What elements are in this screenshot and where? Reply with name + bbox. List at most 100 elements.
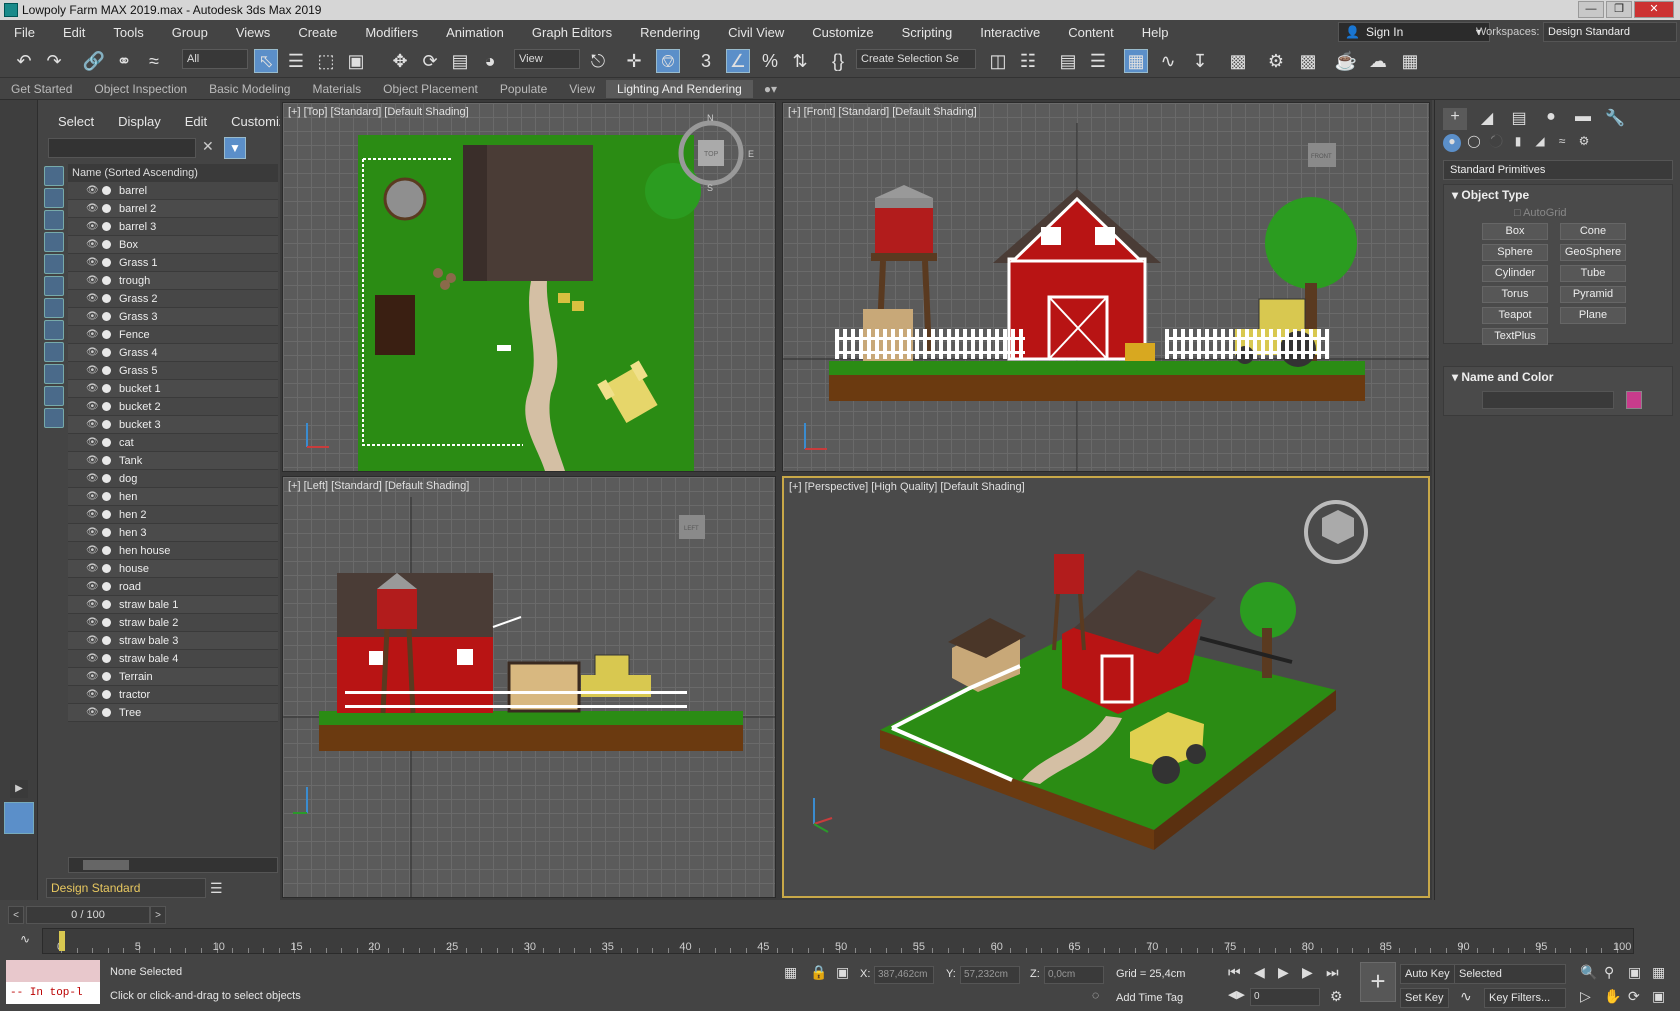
snaps-toggle-icon[interactable]: 3 — [694, 49, 718, 73]
close-button[interactable]: ✕ — [1634, 1, 1674, 18]
menu-rendering[interactable]: Rendering — [626, 25, 714, 40]
tab-materials[interactable]: Materials — [301, 82, 372, 96]
collapse-icon[interactable]: ▾ — [1452, 188, 1461, 202]
viewport-perspective[interactable]: [+] [Perspective] [High Quality] [Defaul… — [782, 476, 1430, 898]
viewport-front[interactable]: [+] [Front] [Standard] [Default Shading] — [782, 102, 1430, 472]
visibility-eye-icon[interactable]: 👁 — [86, 329, 99, 340]
freeze-dot-icon[interactable] — [102, 222, 111, 231]
a360-gallery-icon[interactable]: ▦ — [1398, 49, 1422, 73]
visibility-eye-icon[interactable]: 👁 — [86, 203, 99, 214]
list-item[interactable]: 👁 bucket 1 — [68, 380, 278, 398]
zoom-all-icon[interactable]: ⚲ — [1604, 964, 1614, 981]
percent-snap-icon[interactable]: % — [758, 49, 782, 73]
list-item[interactable]: 👁 Grass 5 — [68, 362, 278, 380]
display-xrefs-icon[interactable] — [44, 320, 64, 340]
geosphere-button[interactable]: GeoSphere — [1560, 244, 1626, 261]
visibility-eye-icon[interactable]: 👁 — [86, 239, 99, 250]
scene-search-input[interactable] — [48, 138, 196, 158]
list-item[interactable]: 👁 bucket 3 — [68, 416, 278, 434]
sphere-button[interactable]: Sphere — [1482, 244, 1548, 261]
menu-file[interactable]: File — [0, 25, 49, 40]
place-icon[interactable]: ◕ — [478, 49, 502, 73]
list-item[interactable]: 👁 Box — [68, 236, 278, 254]
visibility-eye-icon[interactable]: 👁 — [86, 581, 99, 592]
name-and-color-title[interactable]: Name and Color — [1461, 370, 1553, 384]
list-item[interactable]: 👁 bucket 2 — [68, 398, 278, 416]
pan-view-icon[interactable]: ✋ — [1604, 988, 1621, 1005]
selection-lock-icon[interactable]: 🔒 — [810, 964, 827, 981]
menu-tools[interactable]: Tools — [99, 25, 157, 40]
maxscript-mini-listener[interactable]: -- In top-l — [6, 982, 100, 1004]
unlink-icon[interactable]: ⚭ — [112, 49, 136, 73]
freeze-dot-icon[interactable] — [102, 582, 111, 591]
freeze-dot-icon[interactable] — [102, 672, 111, 681]
viewport-front-label[interactable]: [+] [Front] [Standard] [Default Shading] — [788, 106, 977, 118]
display-cameras-icon[interactable] — [44, 232, 64, 252]
z-coordinate-field[interactable]: 0,0cm — [1044, 966, 1104, 984]
object-color-swatch[interactable] — [1626, 391, 1642, 409]
visibility-eye-icon[interactable]: 👁 — [86, 527, 99, 538]
display-geometry-icon[interactable] — [44, 166, 64, 186]
list-item[interactable]: 👁 Tree — [68, 704, 278, 722]
viewport-top[interactable]: [+] [Top] [Standard] [Default Shading] T… — [282, 102, 776, 472]
freeze-dot-icon[interactable] — [102, 528, 111, 537]
edit-named-selection-icon[interactable]: {} — [826, 49, 850, 73]
list-item[interactable]: 👁 straw bale 4 — [68, 650, 278, 668]
curve-editor-mini-icon[interactable]: ∿ — [20, 932, 30, 946]
filter-icon[interactable]: ▼ — [224, 137, 246, 159]
freeze-dot-icon[interactable] — [102, 330, 111, 339]
display-shapes-icon[interactable] — [44, 188, 64, 208]
se-menu-display[interactable]: Display — [102, 114, 169, 134]
time-slider-next-icon[interactable]: > — [150, 906, 166, 924]
freeze-dot-icon[interactable] — [102, 564, 111, 573]
isolate-selection-icon[interactable]: ▦ — [784, 964, 797, 981]
list-item[interactable]: 👁 Grass 4 — [68, 344, 278, 362]
tab-get-started[interactable]: Get Started — [0, 82, 83, 96]
tab-object-placement[interactable]: Object Placement — [372, 82, 489, 96]
auto-key-button[interactable]: Auto Key — [1400, 964, 1455, 984]
angle-snap-icon[interactable]: ∠ — [726, 49, 750, 73]
go-to-start-icon[interactable]: ⏮ — [1228, 964, 1241, 981]
teapot-button[interactable]: Teapot — [1482, 307, 1548, 324]
create-tab-icon[interactable]: + — [1443, 108, 1467, 130]
cone-button[interactable]: Cone — [1560, 223, 1626, 240]
list-item[interactable]: 👁 dog — [68, 470, 278, 488]
list-item[interactable]: 👁 trough — [68, 272, 278, 290]
curve-editor-icon[interactable]: ∿ — [1156, 49, 1180, 73]
redo-icon[interactable]: ↷ — [42, 49, 66, 73]
freeze-dot-icon[interactable] — [102, 636, 111, 645]
time-tag-icon[interactable]: ◌ — [1092, 988, 1099, 1002]
x-coordinate-field[interactable]: 387,462cm — [874, 966, 934, 984]
helpers-icon[interactable]: ◢ — [1531, 134, 1549, 152]
object-category-select[interactable]: Standard Primitives — [1443, 160, 1673, 180]
pivot-center-icon[interactable]: ⎋ — [586, 49, 610, 73]
visibility-eye-icon[interactable]: 👁 — [86, 347, 99, 358]
layer-explorer-icon[interactable]: ☰ — [1086, 49, 1110, 73]
visibility-eye-icon[interactable]: 👁 — [86, 293, 99, 304]
list-item[interactable]: 👁 straw bale 2 — [68, 614, 278, 632]
space-warps-icon[interactable]: ≈ — [1553, 134, 1571, 152]
se-menu-edit[interactable]: Edit — [169, 114, 215, 134]
list-item[interactable]: 👁 tractor — [68, 686, 278, 704]
maximize-button[interactable]: ❐ — [1606, 1, 1632, 18]
next-frame-icon[interactable]: ▶ — [1302, 964, 1313, 981]
visibility-eye-icon[interactable]: 👁 — [86, 671, 99, 682]
display-bones-icon[interactable] — [44, 342, 64, 362]
freeze-dot-icon[interactable] — [102, 654, 111, 663]
key-selection-select[interactable]: Selected — [1454, 964, 1566, 984]
add-time-tag[interactable]: Add Time Tag — [1116, 992, 1183, 1004]
go-to-end-icon[interactable]: ⏭ — [1326, 964, 1339, 981]
display-groups-icon[interactable] — [44, 298, 64, 318]
tab-lighting-and-rendering[interactable]: Lighting And Rendering — [606, 79, 753, 98]
freeze-dot-icon[interactable] — [102, 348, 111, 357]
list-item[interactable]: 👁 hen 2 — [68, 506, 278, 524]
scale-icon[interactable]: ▤ — [448, 49, 472, 73]
move-icon[interactable]: ✥ — [388, 49, 412, 73]
time-slider[interactable]: 0 / 100 — [26, 906, 150, 924]
maxscript-listener[interactable] — [6, 960, 100, 982]
material-editor-icon[interactable]: ▩ — [1226, 49, 1250, 73]
cameras-icon[interactable]: ▮ — [1509, 134, 1527, 152]
visibility-eye-icon[interactable]: 👁 — [86, 599, 99, 610]
select-object-icon[interactable]: ⬁ — [254, 49, 278, 73]
list-item[interactable]: 👁 straw bale 3 — [68, 632, 278, 650]
